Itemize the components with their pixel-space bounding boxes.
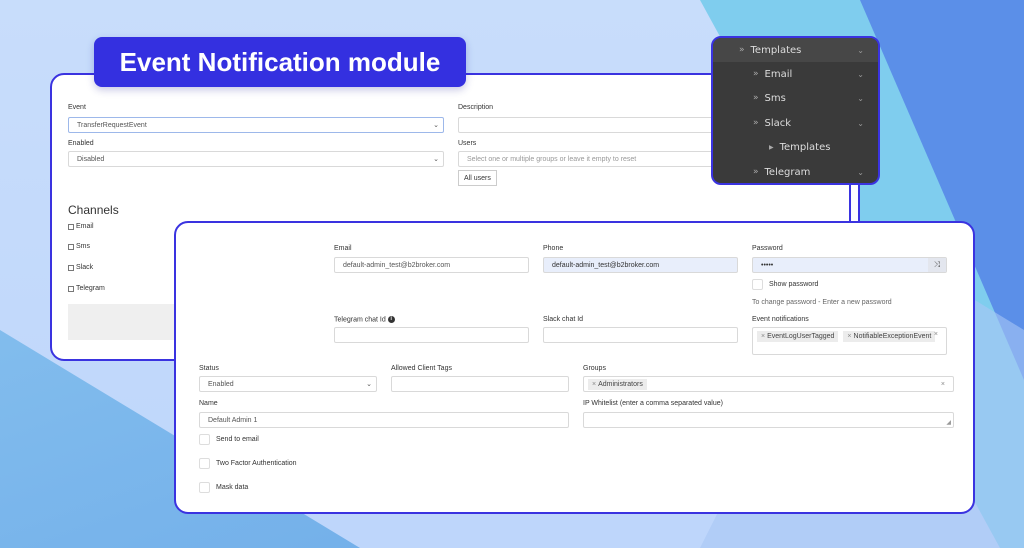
email-label: Email: [334, 245, 352, 252]
triangle-right-icon: ▶: [769, 143, 774, 151]
two-factor-auth-checkbox[interactable]: Two Factor Authentication: [199, 458, 297, 469]
checkbox-icon[interactable]: [199, 482, 210, 493]
email-input[interactable]: default-admin_test@b2broker.com: [334, 257, 529, 273]
menu-item-telegram[interactable]: » Telegram ⌄: [713, 160, 878, 183]
event-notifications-input[interactable]: × EventLogUserTagged × NotifiableException…: [752, 327, 947, 355]
name-label: Name: [199, 400, 218, 407]
clear-icon[interactable]: ×: [934, 331, 938, 338]
enabled-label: Enabled: [68, 140, 94, 147]
groups-input[interactable]: × Administrators ×: [583, 376, 954, 392]
chevron-down-icon: ⌄: [366, 381, 372, 388]
event-notification-tag[interactable]: × EventLogUserTagged: [757, 331, 839, 342]
remove-tag-icon[interactable]: ×: [592, 381, 596, 388]
phone-label: Phone: [543, 245, 564, 252]
event-notifications-label: Event notifications: [752, 316, 809, 323]
ip-whitelist-textarea[interactable]: ◢: [583, 412, 954, 428]
chevron-down-icon: ⌄: [857, 93, 864, 103]
templates-menu: » Templates ⌄ » Email ⌄ » Sms ⌄ » Slack …: [711, 36, 880, 185]
channels-title: Channels: [68, 203, 119, 217]
users-input[interactable]: Select one or multiple groups or leave i…: [458, 151, 718, 167]
clear-icon[interactable]: ×: [941, 381, 945, 388]
mask-data-checkbox[interactable]: Mask data: [199, 482, 248, 493]
double-chevron-right-icon: »: [753, 69, 759, 79]
chevron-down-icon: ⌄: [857, 118, 864, 128]
enabled-select-value: Disabled: [77, 155, 105, 163]
shuffle-icon[interactable]: ⤨: [928, 258, 946, 272]
double-chevron-right-icon: »: [753, 167, 759, 177]
show-password-checkbox[interactable]: Show password: [752, 279, 818, 290]
chevron-down-icon: ⌄: [433, 156, 439, 163]
menu-item-sms[interactable]: » Sms ⌄: [713, 86, 878, 110]
password-hint: To change password - Enter a new passwor…: [752, 299, 892, 306]
checkbox-icon[interactable]: [752, 279, 763, 290]
remove-tag-icon[interactable]: ×: [761, 333, 765, 340]
event-select[interactable]: TransferRequestEvent ⌄: [68, 117, 444, 133]
slack-chat-id-label: Slack chat Id: [543, 316, 584, 323]
name-input[interactable]: Default Admin 1: [199, 412, 569, 428]
allowed-client-tags-label: Allowed Client Tags: [391, 365, 452, 372]
description-label: Description: [458, 104, 494, 111]
resize-handle-icon[interactable]: ◢: [946, 419, 951, 426]
channel-slack-checkbox[interactable]: Slack: [68, 264, 93, 271]
users-label: Users: [458, 140, 477, 147]
double-chevron-right-icon: »: [753, 118, 759, 128]
password-label: Password: [752, 245, 783, 252]
group-tag[interactable]: × Administrators: [588, 378, 647, 390]
info-icon[interactable]: i: [387, 316, 395, 323]
telegram-chat-id-label: Telegram chat Id i: [334, 316, 395, 323]
slack-chat-id-input[interactable]: [543, 327, 738, 343]
menu-item-slack-templates[interactable]: ▶ Templates: [713, 135, 878, 159]
checkbox-icon[interactable]: [199, 458, 210, 469]
double-chevron-right-icon: »: [739, 45, 745, 55]
channel-email-checkbox[interactable]: Email: [68, 223, 94, 230]
channel-sms-checkbox[interactable]: Sms: [68, 243, 90, 250]
channel-telegram-checkbox[interactable]: Telegram: [68, 285, 105, 292]
double-chevron-right-icon: »: [753, 93, 759, 103]
description-input[interactable]: [458, 117, 718, 133]
checkbox-icon[interactable]: [68, 264, 74, 271]
ip-whitelist-label: IP Whitelist (enter a comma separated va…: [583, 400, 723, 407]
menu-item-email[interactable]: » Email ⌄: [713, 62, 878, 86]
telegram-chat-id-input[interactable]: [334, 327, 529, 343]
event-label: Event: [68, 104, 86, 111]
chevron-down-icon: ⌄: [433, 122, 439, 129]
checkbox-icon[interactable]: [68, 223, 74, 230]
event-notification-tag[interactable]: × NotifiableExceptionEvent: [843, 331, 936, 342]
phone-input[interactable]: default-admin_test@b2broker.com: [543, 257, 738, 273]
groups-label: Groups: [583, 365, 606, 372]
chevron-down-icon: ⌄: [857, 69, 864, 79]
enabled-select[interactable]: Disabled ⌄: [68, 151, 444, 167]
channel-content-placeholder: [68, 304, 178, 340]
menu-item-templates[interactable]: » Templates ⌄: [713, 38, 878, 62]
checkbox-icon[interactable]: [68, 285, 74, 292]
page-title: Event Notification module: [94, 37, 466, 87]
chevron-down-icon: ⌄: [857, 167, 864, 177]
all-users-button[interactable]: All users: [458, 170, 497, 186]
menu-item-slack[interactable]: » Slack ⌄: [713, 111, 878, 135]
allowed-client-tags-input[interactable]: [391, 376, 569, 392]
checkbox-icon[interactable]: [199, 434, 210, 445]
remove-tag-icon[interactable]: ×: [847, 333, 851, 340]
send-to-email-checkbox[interactable]: Send to email: [199, 434, 259, 445]
users-placeholder: Select one or multiple groups or leave i…: [467, 155, 637, 163]
chevron-down-icon: ⌄: [857, 45, 864, 55]
status-select[interactable]: Enabled ⌄: [199, 376, 377, 392]
connector-line: [849, 184, 851, 222]
checkbox-icon[interactable]: [68, 243, 74, 250]
status-label: Status: [199, 365, 219, 372]
password-input[interactable]: ••••• ⤨: [752, 257, 947, 273]
event-select-value: TransferRequestEvent: [77, 121, 147, 129]
